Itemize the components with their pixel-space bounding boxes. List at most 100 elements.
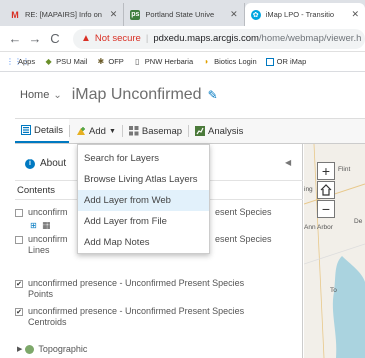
url-host: pdxedu.maps.arcgis.com xyxy=(153,33,259,44)
about-button[interactable]: i About xyxy=(25,158,66,169)
bookmark-psu-mail[interactable]: ◆ PSU Mail xyxy=(44,57,88,66)
address-bar: ← → C ▲ Not secure | pdxedu.maps.arcgis.… xyxy=(0,26,365,52)
psu-icon: ps xyxy=(130,9,141,20)
tab-title: iMap LPO - Transitio xyxy=(265,10,335,19)
add-label: Add xyxy=(89,125,106,137)
layer-checkbox[interactable]: ✔ xyxy=(15,308,23,316)
layer-subname: Lines xyxy=(28,245,50,255)
map-toolbar: Details Add ▼ Basemap Analysis xyxy=(15,118,365,144)
back-arrow-icon[interactable]: ← xyxy=(7,31,23,46)
bookmark-label: Biotics Login xyxy=(214,57,257,66)
not-secure-label[interactable]: Not secure xyxy=(95,33,141,44)
close-icon[interactable]: ✕ xyxy=(351,9,359,20)
bookmark-biotics-login[interactable]: ◗ Biotics Login xyxy=(202,57,257,66)
layer-checkbox[interactable]: ✔ xyxy=(15,280,23,288)
page-icon: ▯ xyxy=(135,57,140,66)
details-icon xyxy=(21,125,31,135)
expand-arrow-icon[interactable]: ▶ xyxy=(17,345,22,353)
map-label-flint: Flint xyxy=(338,166,351,173)
add-layer-icon xyxy=(76,126,86,136)
bookmark-label: Apps xyxy=(18,57,36,66)
bookmark-label: OR iMap xyxy=(276,57,307,66)
layer-subname: Centroids xyxy=(28,317,67,327)
close-icon[interactable]: ✕ xyxy=(230,9,238,20)
gmail-icon: M xyxy=(11,9,19,20)
map-label-to: To xyxy=(330,287,337,294)
topographic-icon xyxy=(25,344,35,354)
url-separator: | xyxy=(145,33,149,44)
atom-icon: ✿ xyxy=(250,9,261,20)
layer-checkbox[interactable] xyxy=(15,236,23,244)
layer-name-continued: esent Species xyxy=(215,207,272,217)
zoom-in-button[interactable]: + xyxy=(317,162,335,180)
menu-item-search-for-layers[interactable]: Search for Layers xyxy=(78,148,209,169)
edit-pencil-icon[interactable]: ✎ xyxy=(208,88,218,102)
bookmark-ofp[interactable]: ✱ OFP xyxy=(96,57,124,66)
layer-name-continued: esent Species xyxy=(215,234,272,244)
table-icon[interactable]: ▦ xyxy=(42,220,51,231)
tab-title: Portland State Unive xyxy=(145,10,215,19)
bookmark-or-imap[interactable]: OR iMap xyxy=(265,57,307,66)
map-header: Home ⌄ iMap Unconfirmed ✎ xyxy=(0,72,365,118)
contents-label: Contents xyxy=(17,185,56,196)
details-button[interactable]: Details xyxy=(15,119,70,143)
zoom-out-button[interactable]: − xyxy=(317,200,335,218)
map-view[interactable]: + − Flint ing Ann Arbor De To xyxy=(304,144,365,358)
bookmark-label: PNW Herbaria xyxy=(144,57,194,66)
map-label-de: De xyxy=(354,218,363,225)
info-icon: i xyxy=(25,158,35,169)
home-icon xyxy=(320,184,332,196)
biotics-icon: ◗ xyxy=(204,57,210,66)
bookmark-label: PSU Mail xyxy=(56,57,88,66)
basemap-button[interactable]: Basemap xyxy=(123,119,188,143)
chevron-down-icon: ▼ xyxy=(108,127,116,135)
bookmark-label: OFP xyxy=(108,57,124,66)
psu-leaf-icon: ◆ xyxy=(45,57,52,66)
bookmark-pnw-herbaria[interactable]: ▯ PNW Herbaria xyxy=(133,57,193,66)
basemap-layer-name: Topographic xyxy=(38,344,88,354)
bookmark-apps[interactable]: ⋮⋮⋮ Apps xyxy=(6,57,35,66)
about-label: About xyxy=(40,158,67,169)
layer-name: unconfirmed presence - Unconfirmed Prese… xyxy=(28,278,245,288)
add-dropdown-menu: Search for Layers Browse Living Atlas La… xyxy=(77,144,210,254)
menu-item-add-layer-from-file[interactable]: Add Layer from File xyxy=(78,211,209,232)
layer-name: unconfirmed presence - Unconfirmed Prese… xyxy=(28,306,245,316)
map-label-ann-arbor: Ann Arbor xyxy=(304,224,333,231)
analysis-label: Analysis xyxy=(208,125,244,137)
basemap-label: Basemap xyxy=(141,125,183,137)
details-label: Details xyxy=(34,124,64,136)
analysis-button[interactable]: Analysis xyxy=(189,119,249,143)
url-path: /home/webmap/viewer.h xyxy=(258,33,362,44)
menu-item-add-map-notes[interactable]: Add Map Notes xyxy=(78,232,209,253)
add-button[interactable]: Add ▼ xyxy=(70,119,122,143)
close-icon[interactable]: ✕ xyxy=(110,9,118,20)
map-label-ing: ing xyxy=(304,186,313,193)
home-link[interactable]: Home xyxy=(20,89,49,101)
basemap-layer-item[interactable]: ▶ Topographic xyxy=(17,344,87,354)
layer-name: unconfirm xyxy=(28,234,68,244)
menu-item-browse-living-atlas[interactable]: Browse Living Atlas Layers xyxy=(78,169,209,190)
warning-icon[interactable]: ▲ xyxy=(81,33,91,44)
reload-icon[interactable]: C xyxy=(47,31,63,46)
basemap-grid-icon xyxy=(128,126,139,136)
menu-item-add-layer-from-web[interactable]: Add Layer from Web xyxy=(78,190,209,211)
map-title: iMap Unconfirmed xyxy=(71,86,202,103)
apps-grid-icon: ⋮⋮⋮ xyxy=(6,57,30,66)
analysis-icon xyxy=(195,126,206,136)
imap-icon xyxy=(265,57,274,66)
home-extent-button[interactable] xyxy=(317,181,335,199)
legend-icon[interactable]: ⊞ xyxy=(30,220,37,231)
browser-tab-psu[interactable]: ps Portland State Unive ✕ xyxy=(124,3,245,26)
layer-subname: Points xyxy=(28,289,54,299)
forward-arrow-icon[interactable]: → xyxy=(27,31,43,46)
browser-tab-bar: M RE: [MAPAIRS] Info on ✕ ps Portland St… xyxy=(0,0,365,26)
layer-name: unconfirm xyxy=(28,207,68,217)
ofp-icon: ✱ xyxy=(97,57,105,66)
browser-tab-gmail[interactable]: M RE: [MAPAIRS] Info on ✕ xyxy=(4,3,125,26)
browser-tab-imap[interactable]: ✿ iMap LPO - Transitio ✕ xyxy=(244,3,365,26)
layer-checkbox[interactable] xyxy=(15,209,23,217)
url-field[interactable]: ▲ Not secure | pdxedu.maps.arcgis.com /h… xyxy=(73,28,365,49)
tab-title: RE: [MAPAIRS] Info on xyxy=(25,10,102,19)
collapse-arrow-icon[interactable]: ◀ xyxy=(285,158,291,167)
chevron-down-icon[interactable]: ⌄ xyxy=(53,90,61,101)
